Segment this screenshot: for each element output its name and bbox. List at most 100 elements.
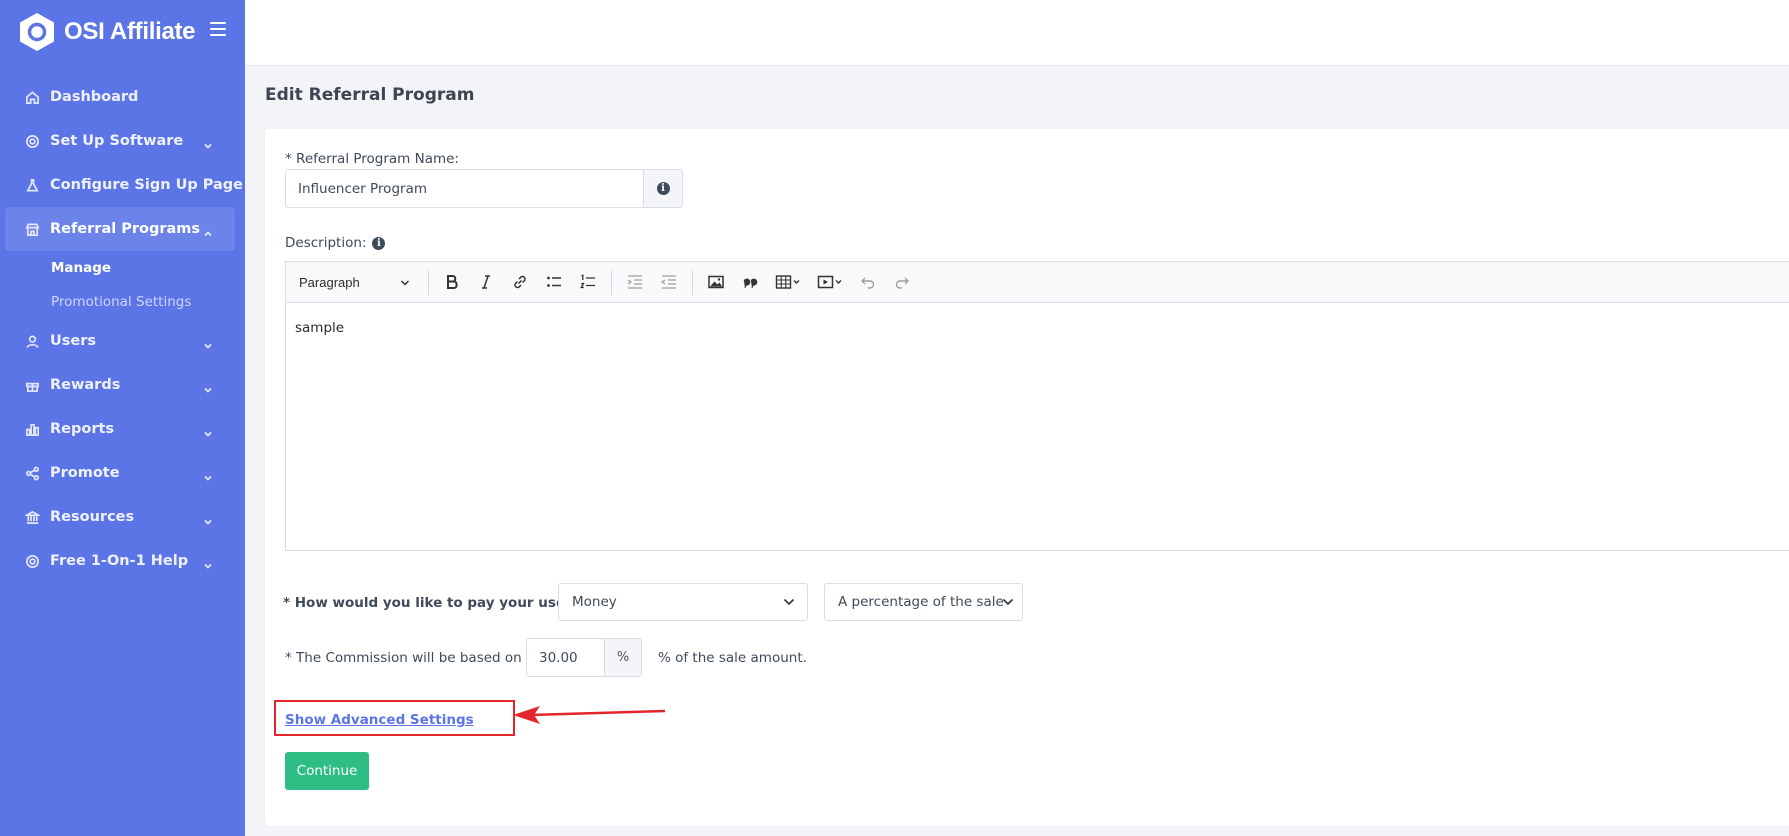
insert-media-button[interactable] <box>809 266 851 298</box>
pay-type-select[interactable]: Money <box>558 583 808 621</box>
bulleted-list-icon <box>547 276 561 287</box>
program-name-input[interactable] <box>285 169 643 208</box>
sidebar-item-label: Rewards <box>50 377 121 393</box>
numbered-list-icon <box>580 274 595 289</box>
program-name-info-button[interactable]: i <box>643 169 683 208</box>
blockquote-button[interactable] <box>733 266 767 298</box>
numbered-list-button[interactable] <box>571 266 605 298</box>
sidebar-item-label: Referral Programs <box>50 221 201 237</box>
lifebuoy-icon <box>24 553 40 569</box>
sidebar: OSI Affiliate Dashboard Set Up Software … <box>0 0 245 836</box>
percent-addon: % <box>604 638 642 677</box>
description-label: Description: <box>285 235 367 251</box>
italic-button[interactable] <box>469 266 503 298</box>
paragraph-format-value: Paragraph <box>299 274 360 290</box>
sidebar-item-free-help[interactable]: Free 1-On-1 Help <box>0 539 245 583</box>
undo-icon <box>861 277 875 289</box>
home-icon <box>24 89 40 105</box>
sidebar-item-label: Resources <box>50 509 135 525</box>
chevron-down-icon <box>400 279 410 286</box>
rich-text-editor: Paragraph sample <box>285 261 1789 551</box>
bold-icon <box>447 275 458 289</box>
bar-chart-icon <box>24 421 40 437</box>
user-icon <box>24 333 40 349</box>
sidebar-subitem-manage[interactable]: Manage <box>0 251 245 285</box>
sidebar-item-users[interactable]: Users <box>0 319 245 363</box>
chevron-down-icon <box>783 598 795 606</box>
chevron-down-icon <box>203 424 213 437</box>
program-name-group: i <box>285 169 683 208</box>
sidebar-item-resources[interactable]: Resources <box>0 495 245 539</box>
info-icon: i <box>656 182 670 195</box>
chevron-down-icon <box>203 136 213 149</box>
redo-button[interactable] <box>885 266 919 298</box>
bank-icon <box>24 509 40 525</box>
insert-image-button[interactable] <box>699 266 733 298</box>
pay-label: * How would you like to pay your users: <box>283 595 586 611</box>
editor-toolbar: Paragraph <box>286 262 1789 303</box>
media-icon <box>817 275 842 289</box>
link-icon <box>514 275 526 289</box>
commission-suffix: % of the sale amount. <box>658 650 807 666</box>
store-icon <box>24 221 40 237</box>
sidebar-item-set-up-software[interactable]: Set Up Software <box>0 119 245 163</box>
sidebar-item-label: Free 1-On-1 Help <box>50 553 189 569</box>
chevron-up-icon <box>203 224 213 237</box>
undo-button[interactable] <box>851 266 885 298</box>
table-icon <box>775 275 800 289</box>
menu-toggle-icon[interactable] <box>210 22 226 36</box>
pay-basis-select[interactable]: A percentage of the sale <box>824 583 1023 621</box>
chevron-down-icon <box>203 556 213 569</box>
sidebar-item-dashboard[interactable]: Dashboard <box>0 75 245 119</box>
quote-icon <box>743 278 758 289</box>
commission-input[interactable] <box>526 638 604 677</box>
logo-icon <box>20 13 54 51</box>
outdent-icon <box>660 275 676 289</box>
pay-basis-value: A percentage of the sale <box>838 594 1004 610</box>
link-button[interactable] <box>503 266 537 298</box>
indent-button[interactable] <box>618 266 652 298</box>
italic-icon <box>482 275 490 289</box>
annotation-arrow-icon <box>513 706 666 724</box>
app-name: OSI Affiliate <box>64 18 196 45</box>
bold-button[interactable] <box>435 266 469 298</box>
chevron-down-icon <box>203 468 213 481</box>
insert-table-button[interactable] <box>767 266 809 298</box>
sidebar-item-promote[interactable]: Promote <box>0 451 245 495</box>
share-icon <box>24 465 40 481</box>
sidebar-item-label: Set Up Software <box>50 133 184 149</box>
flask-icon <box>24 177 40 193</box>
outdent-button[interactable] <box>652 266 686 298</box>
sidebar-nav: Dashboard Set Up Software Configure Sign… <box>0 75 245 583</box>
commission-label: * The Commission will be based on <box>285 650 522 666</box>
redo-icon <box>895 277 909 289</box>
sidebar-item-label: Users <box>50 333 97 349</box>
brand[interactable]: OSI Affiliate <box>18 12 196 52</box>
top-bar <box>245 0 1789 66</box>
info-icon[interactable]: i <box>372 236 386 250</box>
sidebar-item-referral-programs[interactable]: Referral Programs <box>5 207 235 251</box>
chevron-down-icon <box>203 336 213 349</box>
sidebar-item-label: Dashboard <box>50 89 139 105</box>
paragraph-format-select[interactable]: Paragraph <box>286 262 422 303</box>
page-title: Edit Referral Program <box>265 85 475 105</box>
sidebar-item-label: Reports <box>50 421 115 437</box>
show-advanced-settings-link[interactable]: Show Advanced Settings <box>285 712 474 728</box>
commission-group: % <box>526 638 642 677</box>
description-label-row: Description: i <box>285 235 386 251</box>
sidebar-item-configure-sign-up-page[interactable]: Configure Sign Up Page <box>0 163 245 207</box>
editor-content[interactable]: sample <box>286 303 1789 353</box>
gift-icon <box>24 377 40 393</box>
chevron-down-icon <box>203 380 213 393</box>
bulleted-list-button[interactable] <box>537 266 571 298</box>
indent-icon <box>627 275 642 289</box>
continue-button[interactable]: Continue <box>285 752 369 790</box>
sidebar-item-reports[interactable]: Reports <box>0 407 245 451</box>
sidebar-item-label: Configure Sign Up Page <box>50 177 244 193</box>
program-name-label: * Referral Program Name: <box>285 151 459 167</box>
chevron-down-icon <box>203 512 213 525</box>
sidebar-subitem-promotional-settings[interactable]: Promotional Settings <box>0 285 245 319</box>
image-icon <box>708 275 724 289</box>
sidebar-item-rewards[interactable]: Rewards <box>0 363 245 407</box>
chevron-down-icon <box>1002 598 1014 606</box>
